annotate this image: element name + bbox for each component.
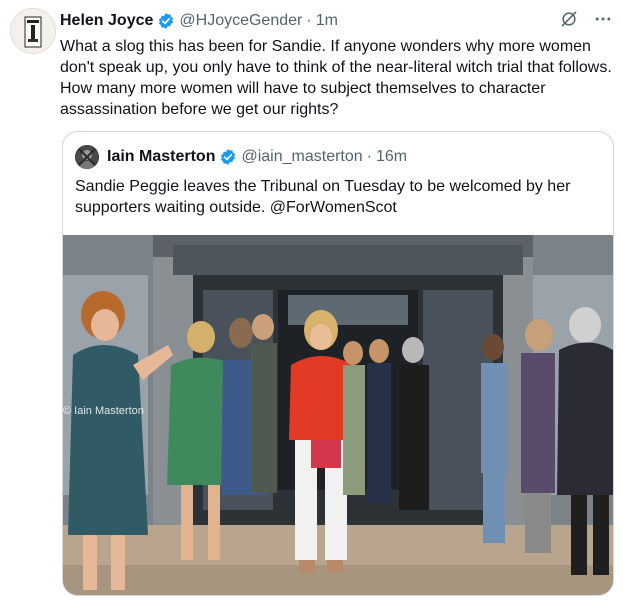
quoted-tweet-time[interactable]: 16m: [376, 148, 407, 166]
more-icon[interactable]: [593, 9, 613, 34]
quoted-author-handle[interactable]: @iain_masterton: [241, 148, 362, 166]
tweet-header: Helen Joyce @HJoyceGender · 1m: [60, 10, 613, 32]
tweet-text: What a slog this has been for Sandie. If…: [60, 38, 612, 118]
verified-badge-icon: [157, 12, 175, 30]
tweet-time[interactable]: 1m: [316, 12, 338, 30]
quoted-tweet[interactable]: Iain Masterton @iain_masterton · 16m San…: [62, 131, 614, 596]
quoted-tweet-header: Iain Masterton @iain_masterton · 16m: [75, 145, 407, 169]
quoted-author-name[interactable]: Iain Masterton: [107, 148, 215, 166]
quoted-verified-badge-icon: [219, 148, 237, 166]
header-actions: [559, 9, 613, 34]
quoted-tweet-text: Sandie Peggie leaves the Tribunal on Tue…: [75, 178, 571, 216]
photo-illustration: [63, 235, 613, 595]
quoted-avatar-image: [75, 145, 99, 169]
avatar-image: [11, 9, 55, 53]
author-avatar[interactable]: [10, 8, 56, 54]
quoted-tweet-photo[interactable]: © Iain Masterton: [63, 235, 613, 595]
author-handle[interactable]: @HJoyceGender: [179, 12, 302, 30]
author-name[interactable]: Helen Joyce: [60, 12, 153, 30]
quoted-separator-dot: ·: [366, 148, 372, 165]
grok-icon[interactable]: [559, 9, 579, 34]
quoted-author-avatar[interactable]: [75, 145, 99, 169]
separator-dot: ·: [306, 12, 312, 29]
photo-watermark: © Iain Masterton: [63, 405, 144, 417]
